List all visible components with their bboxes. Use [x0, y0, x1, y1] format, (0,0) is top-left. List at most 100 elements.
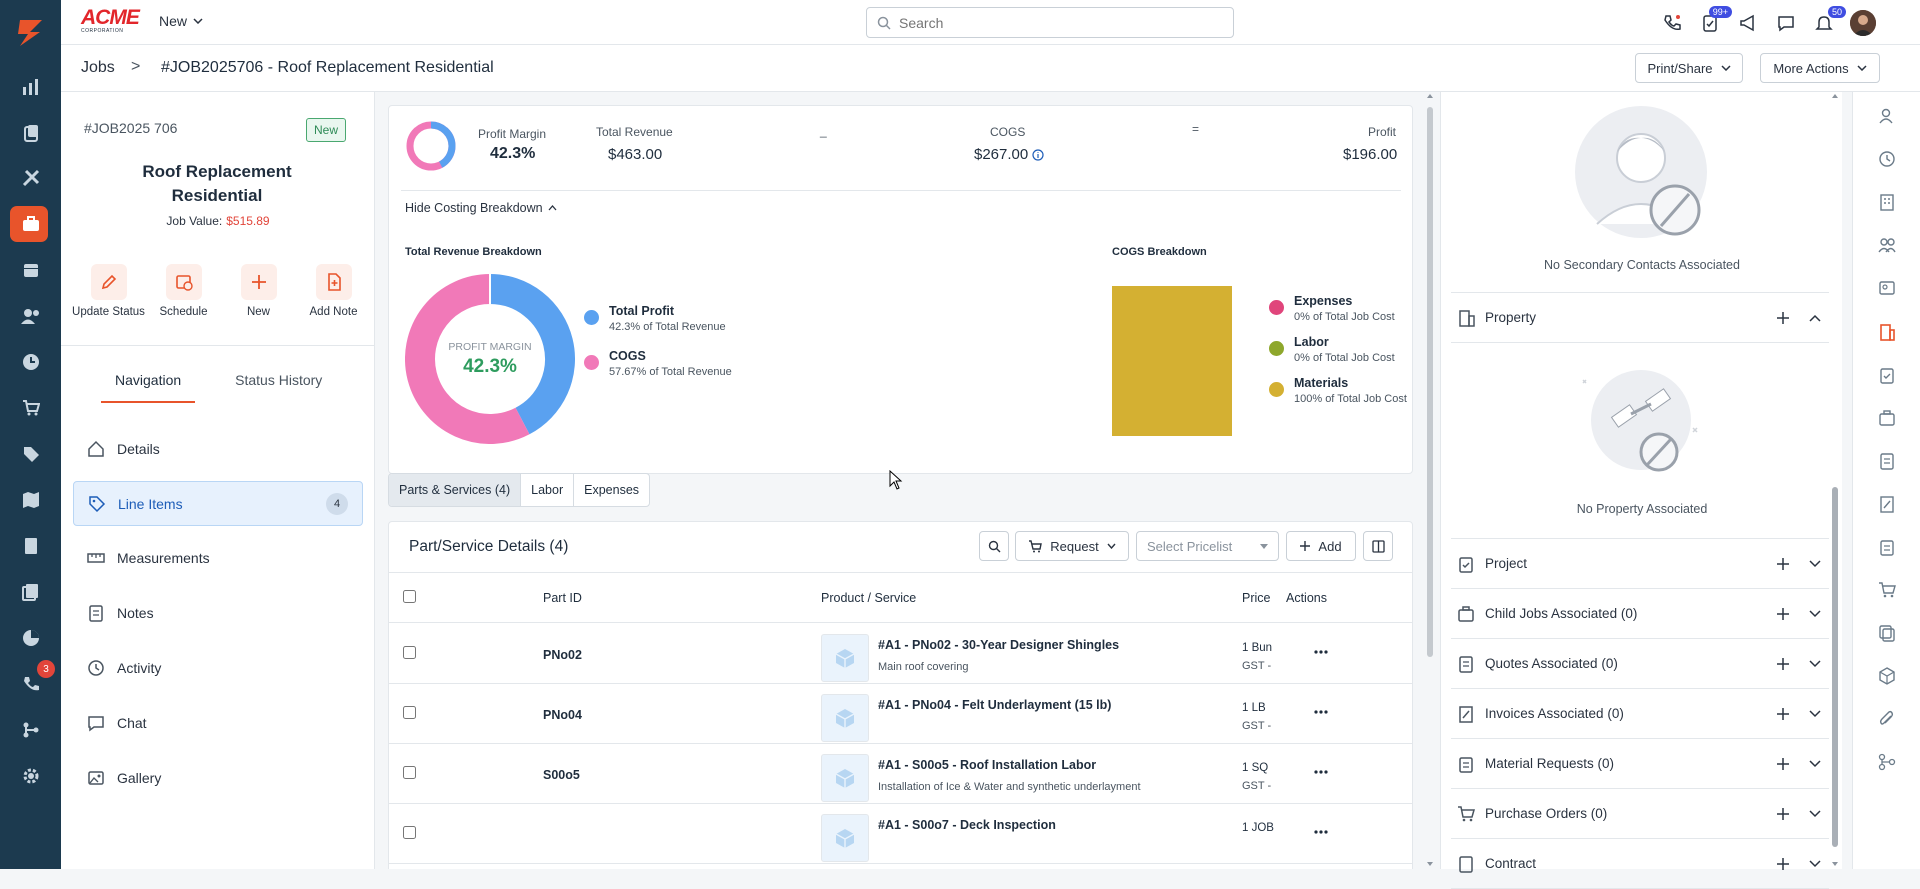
app-logo-icon[interactable]	[12, 14, 48, 50]
package-icon[interactable]	[1877, 666, 1897, 686]
tab-labor[interactable]: Labor	[521, 474, 575, 506]
settings-icon[interactable]	[18, 763, 44, 789]
workflow-icon[interactable]	[18, 717, 44, 743]
section-child-jobs-associated[interactable]: Child Jobs Associated (0)	[1451, 589, 1829, 639]
section-material-requests[interactable]: Material Requests (0)	[1451, 739, 1829, 789]
product-name[interactable]: #A1 - PNo02 - 30-Year Designer Shingles	[878, 638, 1119, 652]
megaphone-icon[interactable]	[1736, 11, 1760, 35]
table-row[interactable]: #A1 - S00o7 - Deck Inspection 1 JOB	[389, 804, 1412, 864]
add-button[interactable]	[1777, 653, 1789, 676]
table-row[interactable]: PNo02 #A1 - PNo02 - 30-Year Designer Shin…	[389, 624, 1412, 684]
nav-item-details[interactable]: Details	[73, 426, 363, 472]
expand-button[interactable]	[1809, 706, 1821, 721]
invoice-icon[interactable]	[1877, 494, 1897, 514]
request-dropdown[interactable]: Request	[1015, 531, 1129, 561]
row-actions-button[interactable]	[1309, 762, 1333, 782]
brand-logo[interactable]: ACME CORPORATION	[81, 7, 141, 34]
add-property-button[interactable]	[1777, 307, 1789, 330]
cart-icon[interactable]	[18, 395, 44, 421]
tab-expenses[interactable]: Expenses	[574, 474, 649, 506]
invoice-icon[interactable]	[18, 533, 44, 559]
tab-parts-services[interactable]: Parts & Services (4)	[389, 474, 522, 506]
print-share-button[interactable]: Print/Share	[1635, 53, 1743, 83]
nav-item-chat[interactable]: Chat	[73, 700, 363, 746]
product-name[interactable]: #A1 - S00o5 - Roof Installation Labor	[878, 758, 1096, 772]
add-button[interactable]	[1777, 753, 1789, 776]
quote-doc-icon[interactable]	[1877, 451, 1897, 471]
attachment-icon[interactable]	[1877, 709, 1897, 729]
search-bar[interactable]	[866, 7, 1234, 38]
contact-icon[interactable]	[1877, 106, 1897, 126]
user-avatar[interactable]	[1850, 10, 1876, 36]
row-checkbox[interactable]	[403, 766, 416, 779]
id-card-icon[interactable]	[1877, 278, 1897, 298]
briefcase-icon[interactable]	[1877, 408, 1897, 428]
expand-button[interactable]	[1809, 806, 1821, 821]
new-button[interactable]: New	[222, 264, 296, 318]
timesheet-icon[interactable]	[18, 349, 44, 375]
hide-costing-toggle[interactable]: Hide Costing Breakdown	[405, 201, 557, 215]
team-icon[interactable]	[1877, 235, 1897, 255]
calendar-icon[interactable]	[18, 257, 44, 283]
product-name[interactable]: #A1 - PNo04 - Felt Underlayment (15 lb)	[878, 698, 1111, 712]
nav-item-activity[interactable]: Activity	[73, 645, 363, 691]
tools-icon[interactable]	[18, 165, 44, 191]
map-icon[interactable]	[18, 487, 44, 513]
property-building-icon[interactable]	[1877, 322, 1897, 342]
expand-button[interactable]	[1809, 756, 1821, 771]
section-project[interactable]: Project	[1451, 539, 1829, 589]
row-checkbox[interactable]	[403, 826, 416, 839]
add-button[interactable]	[1777, 603, 1789, 626]
add-button[interactable]	[1777, 803, 1789, 826]
bell-icon[interactable]: 50	[1812, 6, 1846, 35]
center-scrollbar[interactable]	[1425, 92, 1435, 869]
breadcrumb-jobs-link[interactable]: Jobs	[81, 59, 115, 77]
parts-search-button[interactable]	[979, 531, 1009, 561]
tasks-icon[interactable]: 99+	[1698, 6, 1732, 35]
documents-icon[interactable]	[18, 120, 44, 146]
row-actions-button[interactable]	[1309, 642, 1333, 662]
row-actions-button[interactable]	[1309, 702, 1333, 722]
contacts-icon[interactable]	[18, 303, 44, 329]
section-quotes-associated[interactable]: Quotes Associated (0)	[1451, 639, 1829, 689]
search-input[interactable]	[899, 14, 1199, 31]
company-icon[interactable]	[1877, 192, 1897, 212]
expand-button[interactable]	[1809, 656, 1821, 671]
nav-item-notes[interactable]: Notes	[73, 590, 363, 636]
info-icon[interactable]	[1032, 148, 1044, 161]
select-all-checkbox[interactable]	[403, 590, 416, 603]
update-status-button[interactable]: Update Status	[72, 264, 146, 318]
row-checkbox[interactable]	[403, 646, 416, 659]
table-row[interactable]: S00o5 #A1 - S00o5 - Roof Installation Lab…	[389, 744, 1412, 804]
row-actions-button[interactable]	[1309, 822, 1333, 842]
section-contract[interactable]: Contract	[1451, 839, 1829, 889]
section-purchase-orders[interactable]: Purchase Orders (0)	[1451, 789, 1829, 839]
table-row[interactable]: PNo04 #A1 - PNo04 - Felt Underlayment (15…	[389, 684, 1412, 744]
clipboard-check-icon[interactable]	[1877, 365, 1897, 385]
workflow-icon[interactable]	[1877, 752, 1897, 772]
add-button[interactable]	[1777, 853, 1789, 876]
clipboard-list-icon[interactable]	[1877, 537, 1897, 557]
cart-icon[interactable]	[1877, 580, 1897, 600]
tab-navigation[interactable]: Navigation	[101, 372, 196, 403]
reports-pie-icon[interactable]	[18, 625, 44, 651]
add-button[interactable]	[1777, 553, 1789, 576]
files-icon[interactable]	[18, 579, 44, 605]
row-checkbox[interactable]	[403, 706, 416, 719]
section-invoices-associated[interactable]: Invoices Associated (0)	[1451, 689, 1829, 739]
tab-status-history[interactable]: Status History	[235, 372, 322, 403]
nav-item-measurements[interactable]: Measurements	[73, 535, 363, 581]
nav-item-line-items[interactable]: Line Items 4	[73, 481, 363, 526]
columns-toggle-button[interactable]	[1363, 531, 1393, 561]
collapse-property-button[interactable]	[1809, 310, 1821, 325]
property-section[interactable]: Property	[1451, 293, 1829, 343]
new-dropdown[interactable]: New	[159, 13, 203, 29]
dashboard-icon[interactable]	[18, 74, 44, 100]
add-note-button[interactable]: Add Note	[297, 264, 371, 318]
schedule-button[interactable]: Schedule	[147, 264, 221, 318]
tag-icon[interactable]	[18, 441, 44, 467]
right-panel-scrollbar[interactable]	[1830, 92, 1840, 869]
expand-button[interactable]	[1809, 556, 1821, 571]
copy-icon[interactable]	[1877, 623, 1897, 643]
more-actions-button[interactable]: More Actions	[1760, 53, 1880, 83]
